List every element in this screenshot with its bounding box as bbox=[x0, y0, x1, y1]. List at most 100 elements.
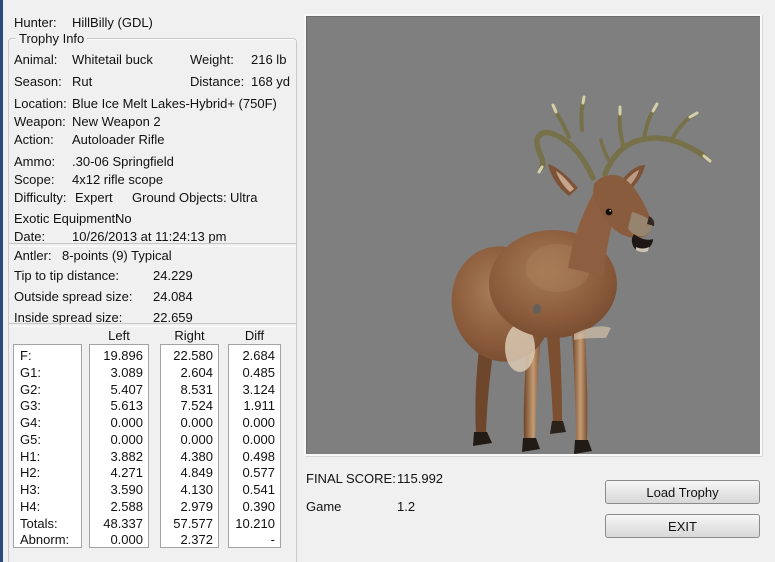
left-value: 2.588 bbox=[96, 499, 143, 516]
diff-value: - bbox=[235, 532, 275, 549]
left-value: 3.089 bbox=[96, 365, 143, 382]
row-label: H1: bbox=[20, 449, 76, 466]
outside-spread-label: Outside spread size: bbox=[14, 289, 133, 304]
left-value: 4.271 bbox=[96, 465, 143, 482]
exotic-equipment-label: Exotic Equipment: bbox=[14, 211, 119, 226]
left-value: 3.590 bbox=[96, 482, 143, 499]
left-value: 0.000 bbox=[96, 532, 143, 549]
location-value: Blue Ice Melt Lakes-Hybrid+ (750F) bbox=[72, 96, 277, 111]
diff-value: 0.390 bbox=[235, 499, 275, 516]
date-value: 10/26/2013 at 11:24:13 pm bbox=[72, 229, 226, 244]
diff-value: 1.911 bbox=[235, 398, 275, 415]
difficulty-value: Expert bbox=[75, 190, 113, 205]
outside-spread-value: 24.084 bbox=[153, 289, 193, 304]
right-value: 2.979 bbox=[167, 499, 213, 516]
distance-label: Distance: bbox=[190, 74, 244, 89]
right-value: 4.130 bbox=[167, 482, 213, 499]
animal-label: Animal: bbox=[14, 52, 57, 67]
final-score-label: FINAL SCORE: bbox=[306, 471, 396, 486]
diff-value: 0.498 bbox=[235, 449, 275, 466]
right-value: 8.531 bbox=[167, 382, 213, 399]
left-value: 5.613 bbox=[96, 398, 143, 415]
game-version-value: 1.2 bbox=[397, 499, 415, 514]
row-label: F: bbox=[20, 348, 76, 365]
deer-body bbox=[441, 187, 619, 372]
right-value: 4.849 bbox=[167, 465, 213, 482]
diff-value: 10.210 bbox=[235, 516, 275, 533]
left-value: 3.882 bbox=[96, 449, 143, 466]
tip-to-tip-label: Tip to tip distance: bbox=[14, 268, 119, 283]
right-value: 4.380 bbox=[167, 449, 213, 466]
weight-label: Weight: bbox=[190, 52, 234, 67]
deer-render bbox=[306, 16, 760, 454]
right-value: 2.372 bbox=[167, 532, 213, 549]
row-label: G3: bbox=[20, 398, 76, 415]
antlers bbox=[537, 97, 710, 178]
weapon-label: Weapon: bbox=[14, 114, 66, 129]
right-value: 0.000 bbox=[167, 415, 213, 432]
row-label: G1: bbox=[20, 365, 76, 382]
weight-value: 216 lb bbox=[251, 52, 286, 67]
animal-value: Whitetail buck bbox=[72, 52, 153, 67]
action-label: Action: bbox=[14, 132, 54, 147]
separator bbox=[9, 243, 296, 247]
window-frame-edge bbox=[0, 0, 3, 562]
ammo-value: .30-06 Springfield bbox=[72, 154, 174, 169]
right-value: 0.000 bbox=[167, 432, 213, 449]
left-value: 48.337 bbox=[96, 516, 143, 533]
scope-label: Scope: bbox=[14, 172, 54, 187]
right-value: 22.580 bbox=[167, 348, 213, 365]
trophy-3d-viewer[interactable] bbox=[304, 14, 762, 456]
row-label: H2: bbox=[20, 465, 76, 482]
trophy-info-title: Trophy Info bbox=[16, 31, 87, 46]
row-label: H4: bbox=[20, 499, 76, 516]
row-label: Totals: bbox=[20, 516, 76, 533]
diff-value: 2.684 bbox=[235, 348, 275, 365]
location-label: Location: bbox=[14, 96, 67, 111]
game-version-label: Game bbox=[306, 499, 341, 514]
column-header-diff: Diff bbox=[228, 328, 281, 343]
ground-objects-value: Ultra bbox=[230, 190, 257, 205]
right-value: 2.604 bbox=[167, 365, 213, 382]
left-value: 5.407 bbox=[96, 382, 143, 399]
right-value: 7.524 bbox=[167, 398, 213, 415]
left-value: 0.000 bbox=[96, 432, 143, 449]
row-label: G2: bbox=[20, 382, 76, 399]
diff-value: 0.485 bbox=[235, 365, 275, 382]
hunter-value: HillBilly (GDL) bbox=[72, 15, 153, 30]
antler-summary-value: 8-points (9) Typical bbox=[62, 248, 172, 263]
trophy-window: Hunter: HillBilly (GDL) Trophy Info Anim… bbox=[0, 0, 775, 562]
antler-summary-label: Antler: bbox=[14, 248, 52, 263]
right-value: 57.577 bbox=[167, 516, 213, 533]
ground-objects-label: Ground Objects: bbox=[132, 190, 227, 205]
ammo-label: Ammo: bbox=[14, 154, 55, 169]
diff-value: 0.000 bbox=[235, 432, 275, 449]
scope-value: 4x12 rifle scope bbox=[72, 172, 163, 187]
exit-button[interactable]: EXIT bbox=[605, 514, 760, 538]
diff-value: 0.577 bbox=[235, 465, 275, 482]
difficulty-label: Difficulty: bbox=[14, 190, 67, 205]
diff-value: 0.000 bbox=[235, 415, 275, 432]
row-label: H3: bbox=[20, 482, 76, 499]
left-values-box: 19.896 3.089 5.407 5.613 0.000 0.000 3.8… bbox=[89, 344, 149, 548]
column-header-left: Left bbox=[89, 328, 149, 343]
row-label: G4: bbox=[20, 415, 76, 432]
row-label: G5: bbox=[20, 432, 76, 449]
left-value: 19.896 bbox=[96, 348, 143, 365]
hunter-label: Hunter: bbox=[14, 15, 57, 30]
tip-to-tip-value: 24.229 bbox=[153, 268, 193, 283]
column-header-right: Right bbox=[160, 328, 219, 343]
separator bbox=[9, 323, 296, 327]
season-label: Season: bbox=[14, 74, 62, 89]
diff-value: 3.124 bbox=[235, 382, 275, 399]
distance-value: 168 yd bbox=[251, 74, 290, 89]
right-values-box: 22.580 2.604 8.531 7.524 0.000 0.000 4.3… bbox=[160, 344, 219, 548]
exotic-equipment-value: No bbox=[115, 211, 132, 226]
final-score-value: 115.992 bbox=[397, 471, 443, 486]
load-trophy-button[interactable]: Load Trophy bbox=[605, 480, 760, 504]
measurement-labels-box: F: G1: G2: G3: G4: G5: H1: H2: H3: H4: T… bbox=[13, 344, 82, 548]
diff-values-box: 2.684 0.485 3.124 1.911 0.000 0.000 0.49… bbox=[228, 344, 281, 548]
date-label: Date: bbox=[14, 229, 45, 244]
action-value: Autoloader Rifle bbox=[72, 132, 165, 147]
weapon-value: New Weapon 2 bbox=[72, 114, 161, 129]
